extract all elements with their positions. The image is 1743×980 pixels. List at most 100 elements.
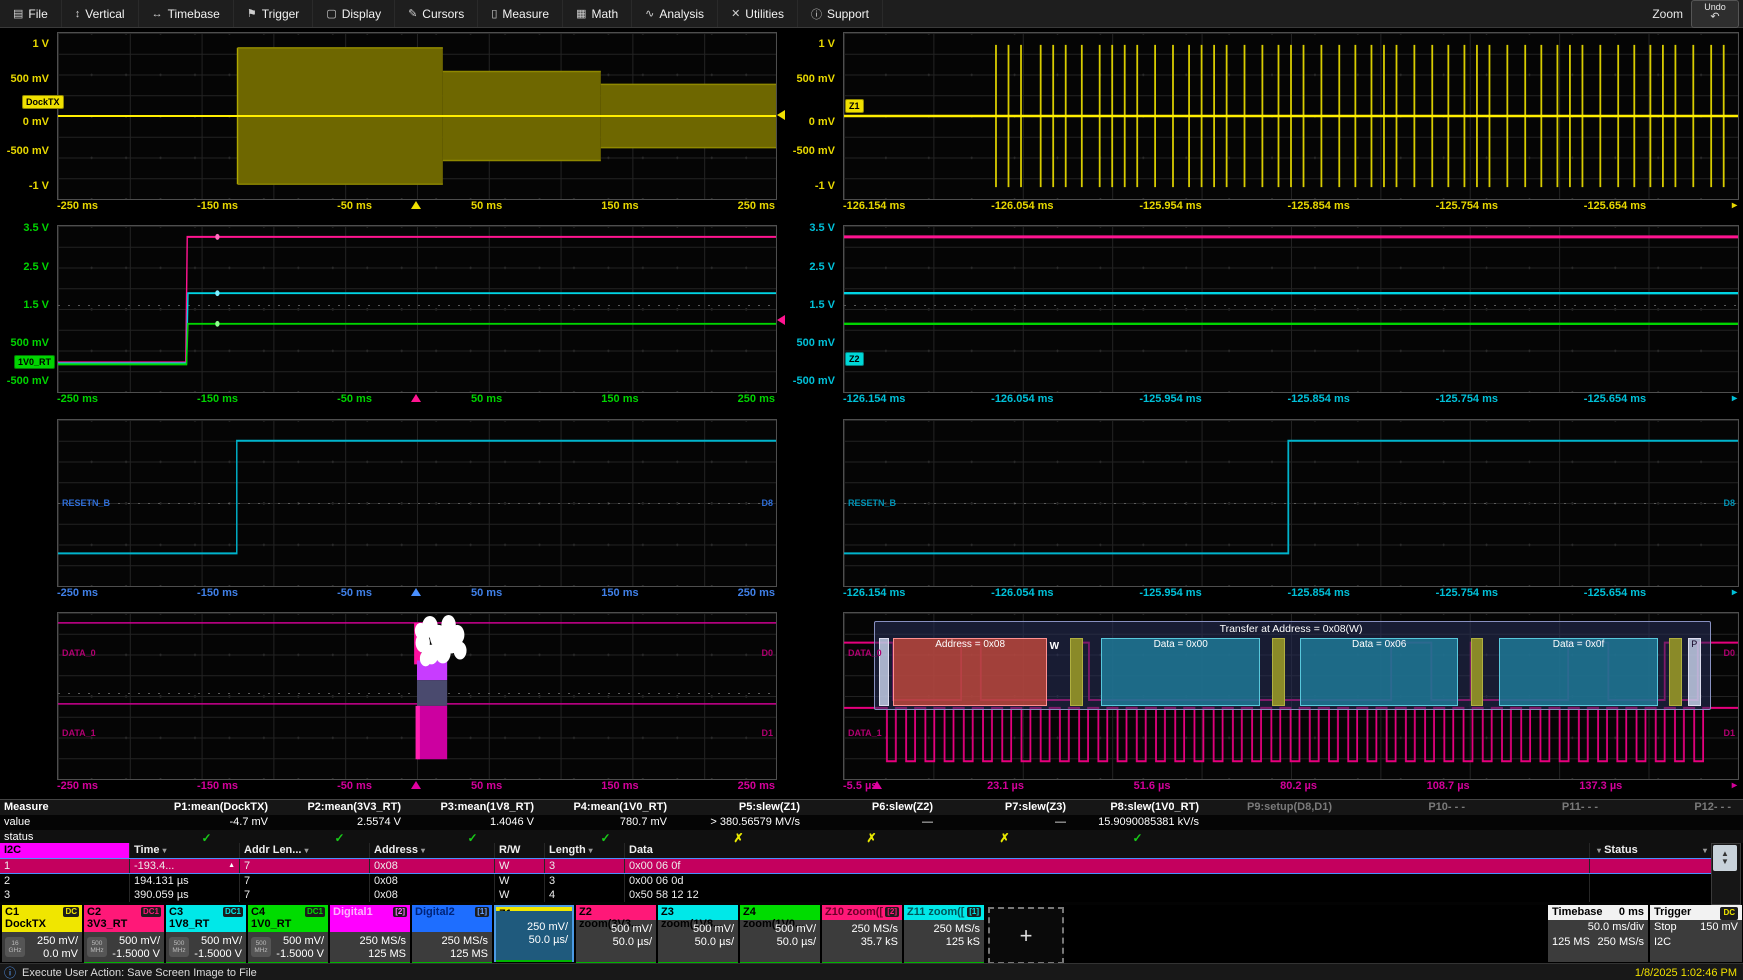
i2c-col-address[interactable]: Address▾	[370, 843, 495, 858]
measure-p3-label[interactable]: P3:mean(1V8_RT)	[411, 801, 544, 813]
undo-button[interactable]: Undo↶	[1691, 0, 1739, 28]
zoom-box-z3[interactable]: Z3 zoom(1V8... 500 mV/50.0 µs/	[658, 905, 738, 962]
sort-icon[interactable]: ▾	[304, 846, 308, 855]
zoom-tag-z1[interactable]: Z1	[845, 99, 864, 113]
p8-plot-i2c-decode[interactable]: Transfer at Address = 0x08(W) Address = …	[843, 612, 1739, 780]
i2c-stop-marker[interactable]: P	[1688, 638, 1701, 706]
p1-trigger-level-marker[interactable]	[777, 110, 785, 120]
zoom-box-z1[interactable]: Z1 zoom(Doc... 250 mV/50.0 µs/	[494, 905, 574, 962]
p2-xtick: -125.854 ms	[1287, 200, 1349, 214]
i2c-row-3[interactable]: 3 390.059 µs 7 0x08 W 4 0x50 58 12 12	[0, 888, 1712, 902]
sort-icon[interactable]: ▾	[162, 846, 166, 855]
menu-bar: ▤File ↕Vertical ↔Timebase ⚑Trigger ▢Disp…	[0, 0, 1743, 28]
zoom-box-z10[interactable]: Z10 zoom([[2] 250 MS/s35.7 kS	[822, 905, 902, 962]
p3-ytick: 3.5 V	[23, 222, 49, 234]
p1-plot-docktx[interactable]	[57, 32, 777, 200]
i2c-table-scrollbar[interactable]: ▲▼	[1711, 843, 1741, 905]
p7-xtick: 250 ms	[738, 780, 775, 794]
i2c-data-box-1[interactable]: Data = 0x00	[1101, 638, 1259, 706]
p4-plot-z2-zoom[interactable]: Z2	[843, 225, 1739, 393]
measure-p1-label[interactable]: P1:mean(DockTX)	[145, 801, 278, 813]
scrollbar-arrows-icon[interactable]: ▲▼	[1713, 845, 1737, 871]
i2c-data-box-2[interactable]: Data = 0x06	[1300, 638, 1458, 706]
p3-ytick: -500 mV	[7, 375, 49, 387]
i2c-col-rw[interactable]: R/W	[495, 843, 545, 858]
sort-icon[interactable]: ▾	[1703, 843, 1707, 858]
measure-p2-label[interactable]: P2:mean(3V3_RT)	[278, 801, 411, 813]
measure-p5-label[interactable]: P5:slew(Z1)	[677, 801, 810, 813]
menu-trigger[interactable]: ⚑Trigger	[234, 0, 313, 27]
p3-trigger-time-marker[interactable]	[411, 394, 421, 402]
menu-display[interactable]: ▢Display	[313, 0, 395, 27]
p4-xtick: -126.054 ms	[991, 393, 1053, 407]
menu-analysis[interactable]: ∿Analysis	[632, 0, 718, 27]
expand-marker-icon[interactable]: ▲	[228, 859, 235, 873]
channel-box-digital1[interactable]: Digital1[2] 250 MS/s125 MS	[330, 905, 410, 962]
timebase-box[interactable]: Timebase0 ms 50.0 ms/div 125 MS250 MS/s	[1548, 905, 1648, 962]
p7-d1-line-label: D1	[761, 728, 773, 738]
menu-utilities[interactable]: ✕Utilities	[718, 0, 798, 27]
p7-trigger-time-marker[interactable]	[411, 781, 421, 789]
measure-p4-label[interactable]: P4:mean(1V0_RT)	[544, 801, 677, 813]
channel-box-c3[interactable]: C3DC11V8_RT 500 mV/-1.5000 V 500MHz	[166, 905, 246, 962]
sort-icon[interactable]: ▾	[589, 846, 593, 855]
channel-tag-1v0-rt[interactable]: 1V0_RT	[14, 355, 55, 369]
measure-p7-label[interactable]: P7:slew(Z3)	[943, 801, 1076, 813]
channel-box-c4[interactable]: C4DC11V0_RT 500 mV/-1.5000 V 500MHz	[248, 905, 328, 962]
channel-box-c1[interactable]: C1DCDockTX 250 mV/0.0 mV 16GHz	[2, 905, 82, 962]
i2c-data-box-3[interactable]: Data = 0x0f	[1499, 638, 1657, 706]
p5-plot-resetn[interactable]: RESETN_B D8	[57, 419, 777, 587]
p6-xtick: -126.154 ms	[843, 587, 905, 601]
p5-trigger-time-marker[interactable]	[411, 588, 421, 596]
bandwidth-badge: 500MHz	[169, 937, 189, 957]
i2c-col-time[interactable]: Time▾	[130, 843, 240, 858]
measure-p10-label[interactable]: P10- - -	[1342, 801, 1475, 813]
p2-y-axis: 1 V 500 mV 0 mV -500 mV -1 V	[788, 32, 839, 198]
i2c-transfer-title: Transfer at Address = 0x08(W)	[1220, 623, 1363, 635]
trigger-box[interactable]: TriggerDC Stop150 mV I2C	[1650, 905, 1742, 962]
p1-trigger-time-marker[interactable]	[411, 201, 421, 209]
p6-plot-resetn-zoom[interactable]: RESETN_B D8	[843, 419, 1739, 587]
menu-vertical[interactable]: ↕Vertical	[62, 0, 139, 27]
menu-measure[interactable]: ▯Measure	[478, 0, 563, 27]
p3-plot-rails[interactable]	[57, 225, 777, 393]
menu-math-label: Math	[591, 7, 618, 21]
i2c-col-addr-len[interactable]: Addr Len...▾	[240, 843, 370, 858]
menu-file[interactable]: ▤File	[0, 0, 62, 27]
zoom-box-z2[interactable]: Z2 zoom(3V3... 500 mV/50.0 µs/	[576, 905, 656, 962]
i2c-ack-marker	[1471, 638, 1484, 706]
measure-p6-label[interactable]: P6:slew(Z2)	[810, 801, 943, 813]
sort-icon[interactable]: ▾	[1597, 846, 1601, 855]
measure-p11-label[interactable]: P11- - -	[1475, 801, 1608, 813]
measure-p8-label[interactable]: P8:slew(1V0_RT)	[1076, 801, 1209, 813]
measure-p2-value: 2.5574 V	[278, 816, 411, 828]
p7-plot-data-lines[interactable]: DATA_0 DATA_1 D0 D1	[57, 612, 777, 780]
i2c-col-status[interactable]: ▾ Status▾	[1590, 843, 1712, 858]
measure-p9-label[interactable]: P9:setup(D8,D1)	[1209, 801, 1342, 813]
menu-cursors[interactable]: ✎Cursors	[395, 0, 478, 27]
sort-icon[interactable]: ▾	[421, 846, 425, 855]
menu-timebase[interactable]: ↔Timebase	[139, 0, 234, 27]
measure-p12-label[interactable]: P12- - -	[1608, 801, 1741, 813]
i2c-address-box[interactable]: Address = 0x08	[893, 638, 1047, 706]
p3-trigger-level-marker[interactable]	[777, 315, 785, 325]
i2c-table-title[interactable]: I2C	[0, 843, 130, 858]
zoom-box-z11[interactable]: Z11 zoom([[1] 250 MS/s125 kS	[904, 905, 984, 962]
p2-pan-arrow-icon: ▸	[1732, 200, 1737, 214]
zoom-mode-label: Zoom	[1652, 7, 1683, 21]
channel-box-c2[interactable]: C2DC13V3_RT 500 mV/-1.5000 V 500MHz	[84, 905, 164, 962]
p2-plot-z1-zoom[interactable]: Z1	[843, 32, 1739, 200]
p2-ytick: -500 mV	[793, 145, 835, 157]
i2c-col-length[interactable]: Length▾	[545, 843, 625, 858]
i2c-row-1-selected[interactable]: 1 -193.4...▲ 7 0x08 W 3 0x00 06 0f	[0, 858, 1712, 874]
add-trace-button[interactable]: +	[988, 907, 1064, 964]
i2c-col-data[interactable]: Data	[625, 843, 1590, 858]
channel-tag-docktx[interactable]: DockTX	[22, 95, 64, 109]
zoom-box-z4[interactable]: Z4 zoom(1V0... 500 mV/50.0 µs/	[740, 905, 820, 962]
zoom-tag-z2[interactable]: Z2	[845, 352, 864, 366]
menu-math[interactable]: ▦Math	[563, 0, 632, 27]
i2c-row-2[interactable]: 2 194.131 µs 7 0x08 W 3 0x00 06 0d	[0, 874, 1712, 888]
p8-trigger-time-marker[interactable]	[872, 781, 882, 789]
menu-support[interactable]: ⓘSupport	[798, 0, 883, 27]
channel-box-digital2[interactable]: Digital2[1] 250 MS/s125 MS	[412, 905, 492, 962]
